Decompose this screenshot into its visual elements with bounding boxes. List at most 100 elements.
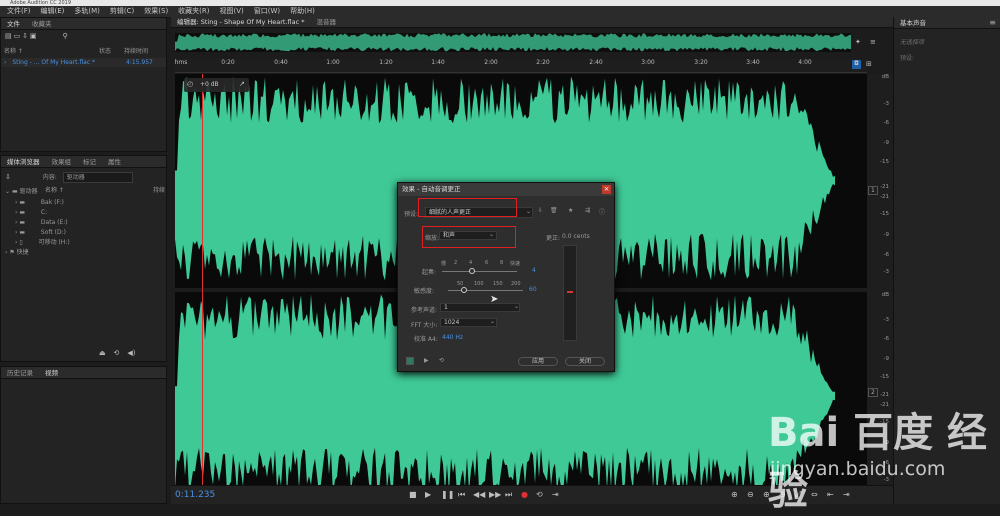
- db-label: -15: [880, 159, 889, 165]
- snap-icon[interactable]: ◘: [852, 60, 861, 69]
- col-name[interactable]: 名称 ↑: [45, 187, 64, 194]
- rewind-icon[interactable]: ◀◀: [473, 490, 485, 499]
- power-toggle[interactable]: [406, 357, 414, 365]
- chevron-down-icon[interactable]: ⌄: [514, 303, 519, 310]
- apply-button[interactable]: 应用: [518, 357, 558, 366]
- autoplay-icon[interactable]: ◀): [127, 349, 135, 358]
- search-icon[interactable]: ⚲: [62, 32, 67, 41]
- tab-mixer[interactable]: 混音器: [311, 16, 343, 28]
- menu-multitrack[interactable]: 多轨(M): [69, 6, 105, 17]
- drive-item[interactable]: › ▯ 可移动 (H:): [15, 238, 135, 247]
- menu-edit[interactable]: 编辑(E): [36, 6, 70, 17]
- tab-editor[interactable]: 编辑器: Sting - Shape Of My Heart.flac *: [171, 16, 311, 28]
- pin-icon[interactable]: ↗: [239, 80, 245, 88]
- menu-icon[interactable]: ≡: [870, 38, 876, 46]
- sensitivity-slider-thumb[interactable]: [461, 287, 467, 293]
- drive-icon: ▬: [11, 188, 18, 195]
- record-icon[interactable]: ●: [521, 490, 528, 499]
- col-status[interactable]: 状态: [99, 47, 111, 56]
- fft-size-select[interactable]: 1024: [440, 318, 497, 327]
- attack-value[interactable]: 4: [532, 267, 536, 274]
- fast-forward-icon[interactable]: ▶▶: [489, 490, 501, 499]
- menu-clip[interactable]: 剪辑(C): [105, 6, 139, 17]
- tab-video[interactable]: 视频: [39, 367, 64, 379]
- skip-icon[interactable]: ⇥: [552, 490, 559, 499]
- close-icon[interactable]: ×: [602, 185, 611, 194]
- shortcuts-item[interactable]: › ⚑ 快捷: [5, 248, 65, 257]
- tab-effects-rack[interactable]: 效果组: [46, 156, 78, 168]
- channel-1-label[interactable]: 1: [868, 186, 878, 195]
- favorite-icon[interactable]: ★: [568, 207, 573, 214]
- save-preset-icon[interactable]: ⇩: [538, 207, 543, 214]
- import-icon[interactable]: ⇩: [22, 32, 28, 41]
- play-icon[interactable]: ▶: [425, 490, 431, 499]
- tab-markers[interactable]: 标记: [77, 156, 102, 168]
- route-icon[interactable]: ⇶: [585, 207, 590, 214]
- playhead[interactable]: [202, 74, 203, 501]
- chevron-down-icon[interactable]: ⌄: [490, 318, 495, 325]
- chevron-down-icon[interactable]: ⌄: [526, 208, 531, 215]
- tab-favorites[interactable]: 收藏夹: [26, 18, 58, 30]
- expand-icon[interactable]: ›: [15, 229, 17, 236]
- volume-knob-icon[interactable]: ◴: [187, 80, 193, 88]
- tab-properties[interactable]: 属性: [102, 156, 127, 168]
- content-select[interactable]: 驱动器: [62, 172, 133, 183]
- close-file-icon[interactable]: ▣: [30, 32, 37, 41]
- tab-media-browser[interactable]: 媒体浏览器: [1, 156, 46, 168]
- sensitivity-value[interactable]: 60: [529, 286, 537, 293]
- attack-slider-thumb[interactable]: [469, 268, 475, 274]
- menu-bar: 文件(F) 编辑(E) 多轨(M) 剪辑(C) 效果(S) 收藏夹(R) 视图(…: [0, 6, 1000, 17]
- attack-slider-track[interactable]: [442, 271, 517, 272]
- download-icon[interactable]: ⇩: [5, 173, 11, 182]
- zoom-in-amplitude-icon[interactable]: ⊕: [731, 490, 738, 499]
- tab-history[interactable]: 历史记录: [1, 367, 39, 379]
- zoom-fit-icon[interactable]: ✦: [855, 38, 861, 46]
- previous-icon[interactable]: ⏮: [458, 490, 465, 500]
- tab-files[interactable]: 文件: [1, 18, 26, 30]
- col-duration[interactable]: 持续时间: [124, 47, 148, 56]
- close-button[interactable]: 关闭: [565, 357, 605, 366]
- expand-icon[interactable]: ›: [15, 199, 17, 206]
- drive-item[interactable]: › ▬ C:: [15, 208, 135, 217]
- col-duration[interactable]: 持续: [153, 186, 165, 195]
- drive-item[interactable]: › ▬ Bak (F:): [15, 198, 135, 207]
- channel-2-label[interactable]: 2: [868, 388, 878, 397]
- overview-waveform[interactable]: [175, 33, 851, 52]
- sensitivity-slider-track[interactable]: [448, 290, 523, 291]
- file-row[interactable]: › Sting - ... Of My Heart.flac * 4:15.95…: [1, 58, 166, 67]
- reference-channel-select[interactable]: 1: [440, 303, 520, 312]
- loop-icon[interactable]: ⟲: [536, 490, 543, 499]
- expand-icon[interactable]: ›: [15, 209, 17, 216]
- tree-root[interactable]: ⌄ ▬ 驱动器: [5, 187, 45, 196]
- expand-icon[interactable]: ›: [4, 59, 6, 66]
- pause-icon[interactable]: ❚❚: [441, 490, 454, 499]
- ruler-label: 2:20: [536, 59, 550, 66]
- panel-title[interactable]: 基本声音: [894, 17, 932, 29]
- insert-icon[interactable]: ⏏: [99, 349, 106, 358]
- new-file-icon[interactable]: ▤: [5, 32, 12, 41]
- preview-play-icon[interactable]: ▶: [424, 357, 429, 364]
- expand-icon[interactable]: ›: [15, 239, 17, 246]
- menu-effects[interactable]: 效果(S): [139, 6, 173, 17]
- loop-icon[interactable]: ⟲: [439, 357, 444, 364]
- delete-preset-icon[interactable]: 🗑: [550, 207, 558, 214]
- expand-icon[interactable]: ›: [15, 219, 17, 226]
- calibrate-value[interactable]: 440 Hz: [442, 334, 463, 341]
- menu-file[interactable]: 文件(F): [2, 6, 36, 17]
- next-icon[interactable]: ⏭: [505, 490, 512, 500]
- drive-item[interactable]: › ▬ Data (E:): [15, 218, 135, 227]
- time-ruler[interactable]: hms 0:20 0:40 1:00 1:20 1:40 2:00 2:20 2…: [175, 59, 867, 73]
- info-icon[interactable]: ⓘ: [599, 207, 605, 216]
- loop-icon[interactable]: ⟲: [114, 349, 120, 358]
- expand-icon[interactable]: ⌄: [5, 188, 10, 195]
- drive-item[interactable]: › ▬ Soft (D:): [15, 228, 135, 237]
- stop-icon[interactable]: ■: [409, 490, 417, 499]
- current-time[interactable]: 0:11.235: [175, 490, 215, 500]
- hud-db-value[interactable]: +0 dB: [200, 81, 219, 88]
- expand-icon[interactable]: ›: [5, 249, 7, 256]
- settings-icon[interactable]: ⊞: [866, 60, 872, 68]
- col-name[interactable]: 名称 ↑: [4, 48, 23, 55]
- zoom-out-amplitude-icon[interactable]: ⊖: [747, 490, 754, 499]
- open-file-icon[interactable]: ▭: [14, 32, 21, 41]
- menu-icon[interactable]: ≡: [989, 18, 996, 27]
